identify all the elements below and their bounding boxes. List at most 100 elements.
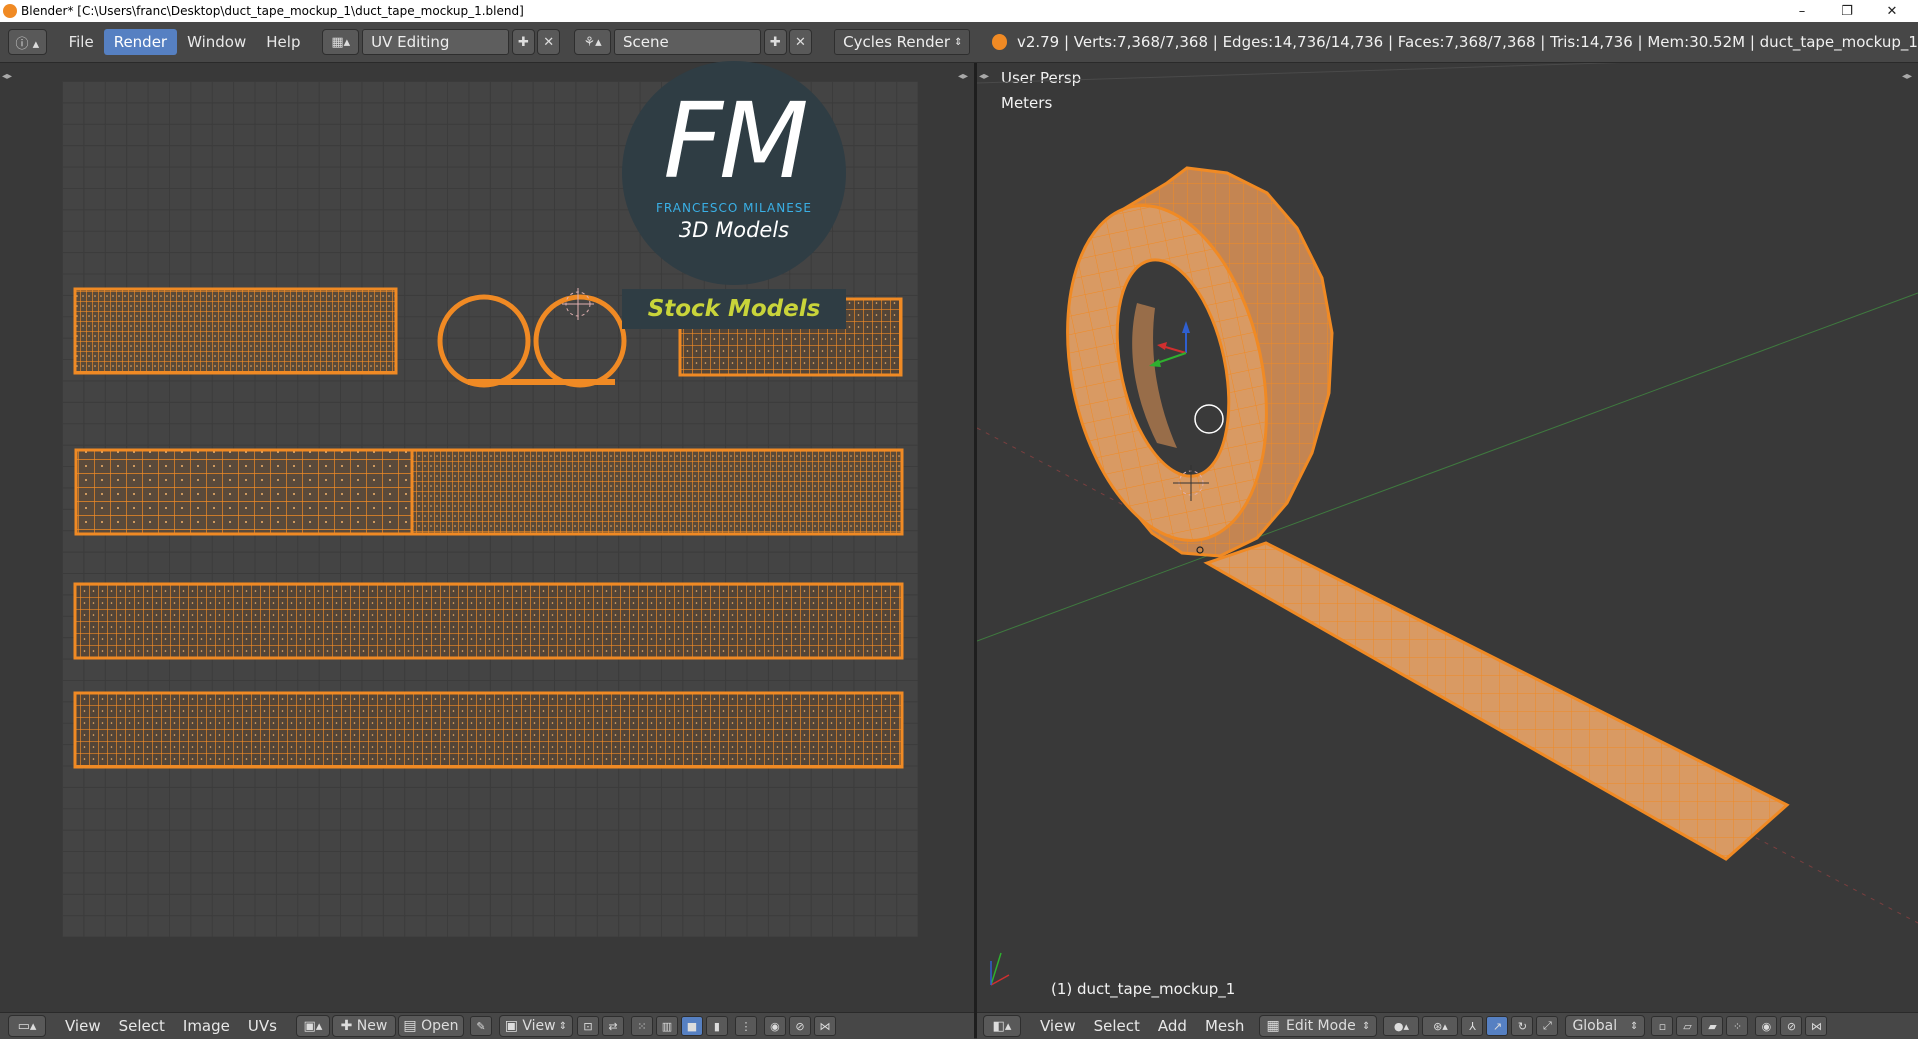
open-image-label: Open [421,1018,459,1034]
viewport-scene [977,63,1918,986]
expand-toolshelf-icon[interactable]: ◂▸ [2,71,12,82]
uv-menu-select[interactable]: Select [110,1017,174,1035]
pin-icon[interactable]: ✎ [469,1016,492,1036]
vertex-select-mode-icon[interactable]: ▫ [1651,1016,1674,1036]
uv-island-band-1[interactable] [73,582,904,660]
editor-type-image-icon[interactable]: ▭▴ [8,1015,46,1037]
uv-image-editor[interactable]: ◂▸ ◂▸ FM FRANCESCO MILANESE 3D Models St… [0,61,974,1012]
screen-layout-field[interactable]: UV Editing [362,29,509,55]
grid-line [977,63,1621,84]
uv-menu-image[interactable]: Image [174,1017,239,1035]
uv-island-wide-left[interactable] [74,448,414,536]
uv-island-ring-strip[interactable] [468,379,615,385]
tape-roll[interactable] [1039,166,1334,559]
vp-menu-mesh[interactable]: Mesh [1196,1017,1254,1035]
snap-toggle-icon[interactable]: ⊘ [1780,1016,1803,1036]
info-header: ⓘ ▴ File Render Window Help ▦▴ UV Editin… [0,22,1918,63]
tape-strip[interactable] [1203,541,1790,861]
island-select-icon[interactable]: ▮ [705,1016,728,1036]
expand-properties-icon[interactable]: ◂▸ [958,71,968,82]
editor-type-3d-icon[interactable]: ◧▴ [983,1015,1021,1037]
stock-models-banner: Stock Models [622,289,846,329]
new-image-label: New [356,1018,388,1034]
pivot-point-icon[interactable]: ⊛▴ [1422,1016,1459,1036]
mode-select[interactable]: ▦ Edit Mode ⇕ [1259,1015,1378,1037]
rotate-manipulator-icon[interactable]: ↻ [1511,1016,1534,1036]
blender-stats-icon [991,34,1007,50]
uv-island-wide-right[interactable] [410,448,904,536]
mode-label: Edit Mode [1286,1018,1356,1034]
sticky-select-icon[interactable]: ⋮ [734,1016,757,1036]
edit-mode-icon: ▦ [1266,1018,1280,1034]
face-select-mode-icon[interactable]: ▰ [1701,1016,1724,1036]
uv-2d-cursor[interactable] [562,288,594,320]
render-engine-label: Cycles Render [843,33,951,51]
minimize-button[interactable]: – [1780,0,1824,22]
uv-menu-view[interactable]: View [56,1017,110,1035]
uv-menu-uvs[interactable]: UVs [239,1017,286,1035]
stock-models-label: Stock Models [647,296,821,322]
vp-menu-select[interactable]: Select [1085,1017,1149,1035]
uv-editor-header: ▭▴ View Select Image UVs ▣▴ ✚ New ▤ Open… [0,1012,974,1039]
chevron-updown-icon: ⇕ [555,1020,568,1032]
vp-menu-view[interactable]: View [1031,1017,1085,1035]
chevron-updown-icon: ⇕ [1630,1020,1639,1032]
delete-scene-icon[interactable]: ✕ [788,29,813,55]
uv-island-ring-right[interactable] [533,294,627,388]
sync-selection-icon[interactable]: ⇄ [601,1016,624,1036]
orientation-label: Global [1572,1018,1618,1034]
view-mode-icon: ▣ [504,1018,523,1034]
chevron-updown-icon: ⇕ [954,36,963,48]
view-mode-select[interactable]: ▣ View ⇕ [498,1015,573,1037]
folder-icon: ▤ [403,1018,422,1034]
editor-type-info-icon[interactable]: ⓘ ▴ [8,29,47,55]
add-scene-icon[interactable]: ✚ [763,29,787,55]
delete-layout-icon[interactable]: ✕ [537,29,561,55]
menu-file[interactable]: File [59,29,104,55]
open-image-button[interactable]: ▤ Open [397,1015,464,1037]
pivot-icon[interactable]: ⊡ [576,1016,599,1036]
view-mode-label: View [522,1018,556,1034]
uv-island-ring-left[interactable] [437,294,531,388]
fm-monogram: FM [663,80,809,202]
menu-render[interactable]: Render [103,29,178,55]
window-titlebar: Blender* [C:\Users\franc\Desktop\duct_ta… [0,0,1918,22]
blender-logo-icon [3,4,17,18]
viewport-shading-icon[interactable]: ●▴ [1383,1016,1420,1036]
scene-stats: v2.79 | Verts:7,368/7,368 | Edges:14,736… [1016,33,1918,51]
close-button[interactable]: ✕ [1870,0,1914,22]
add-layout-icon[interactable]: ✚ [511,29,536,55]
scale-manipulator-icon[interactable]: ⤢ [1536,1016,1559,1036]
maximize-button[interactable]: ❐ [1825,0,1869,22]
uv-island-band-2[interactable] [73,691,904,769]
screen-layout-icon[interactable]: ▦▴ [322,29,360,55]
snap-element-icon[interactable]: ⋈ [1805,1016,1828,1036]
plus-icon: ✚ [340,1018,357,1034]
uv-island-top-left[interactable] [73,287,398,375]
image-browse-icon[interactable]: ▣▴ [295,1015,330,1037]
active-object-label: (1) duct_tape_mockup_1 [1051,980,1236,998]
orientation-select[interactable]: Global ⇕ [1565,1015,1646,1037]
new-image-button[interactable]: ✚ New [331,1015,396,1037]
edge-select-icon[interactable]: ▥ [655,1016,678,1036]
snap-target-icon[interactable]: ⋈ [813,1016,836,1036]
limit-selection-icon[interactable]: ⁘ [1726,1016,1749,1036]
manipulator-toggle-icon[interactable]: ⅄ [1461,1016,1484,1036]
proportional-editing-icon[interactable]: ◉ [1755,1016,1778,1036]
menu-window[interactable]: Window [177,29,256,55]
vp-menu-add[interactable]: Add [1149,1017,1196,1035]
proportional-edit-icon[interactable]: ◉ [763,1016,786,1036]
face-select-icon[interactable]: ■ [680,1016,703,1036]
scene-icon[interactable]: ⚘▴ [574,29,611,55]
3d-viewport[interactable]: User Persp Meters ◂▸ ◂▸ (1) duct_tape_mo… [977,63,1918,1012]
menu-help[interactable]: Help [256,29,310,55]
translate-manipulator-icon[interactable]: ↗ [1486,1016,1509,1036]
edge-select-mode-icon[interactable]: ▱ [1676,1016,1699,1036]
fm-author-line: FRANCESCO MILANESE [656,201,812,215]
snap-icon[interactable]: ⊘ [788,1016,811,1036]
window-title: Blender* [C:\Users\franc\Desktop\duct_ta… [21,4,524,18]
chevron-updown-icon: ⇕ [1362,1020,1371,1032]
scene-field[interactable]: Scene [613,29,761,55]
vertex-select-icon[interactable]: ⁙ [630,1016,653,1036]
render-engine-select[interactable]: Cycles Render ⇕ [834,29,970,55]
